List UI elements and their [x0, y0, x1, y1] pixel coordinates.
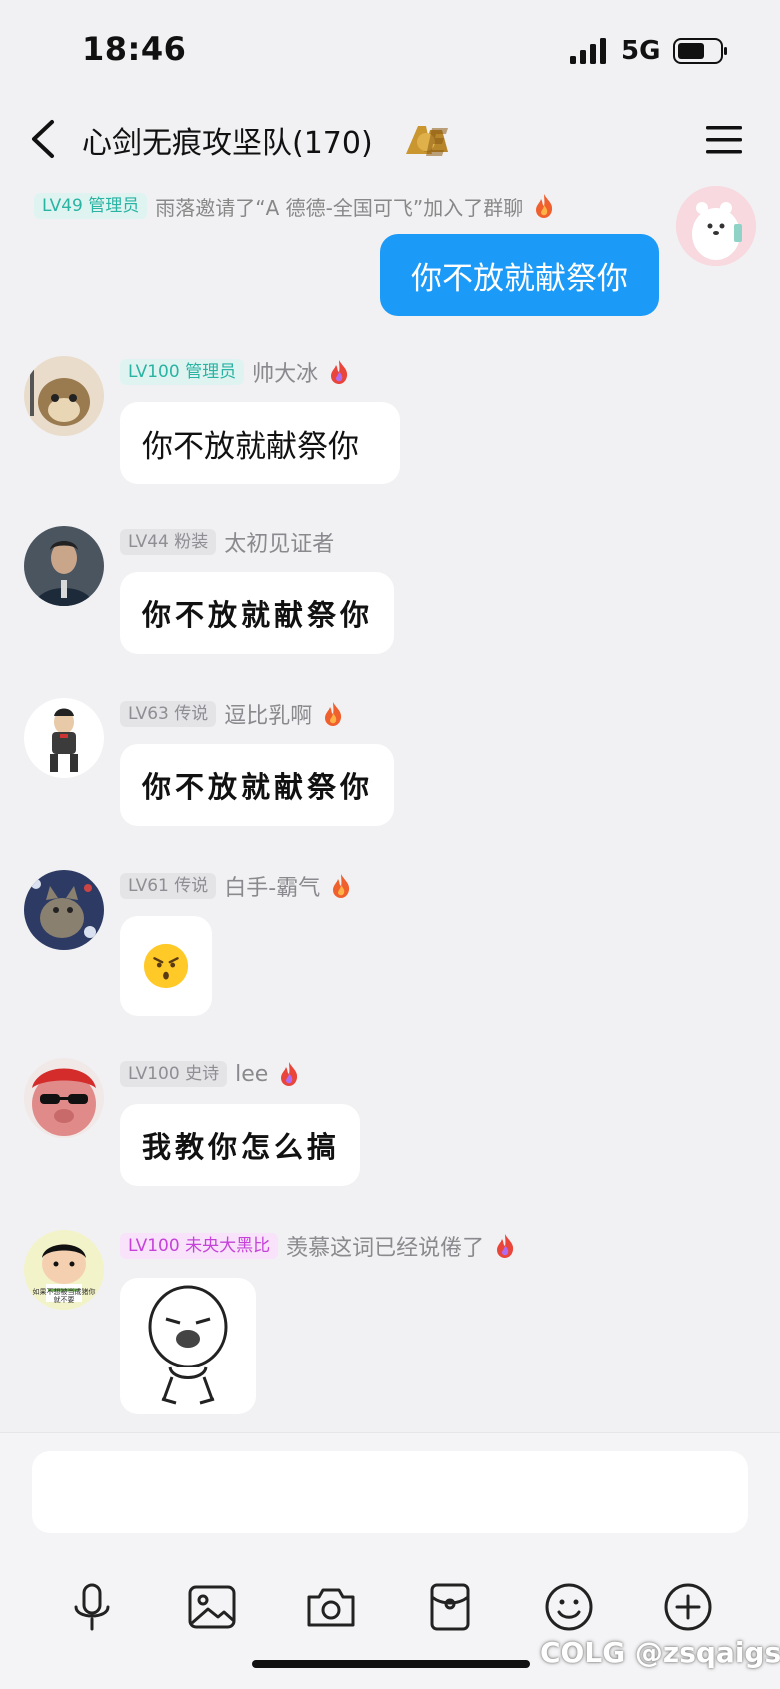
- ace-badge-icon: [406, 126, 448, 156]
- avatar[interactable]: 如果不想被当成猪你就不要: [24, 1230, 104, 1310]
- fire-icon: [497, 1234, 514, 1258]
- fire-icon: [536, 194, 553, 218]
- level-badge: LV63 传说: [120, 701, 217, 727]
- sender-name[interactable]: 帅大冰: [252, 356, 318, 388]
- message-meta: LV100 未央大黑比 羡慕这词已经说倦了: [120, 1230, 516, 1262]
- fire-icon: [333, 874, 350, 898]
- message-meta: LV44 粉装 太初见证者: [120, 526, 334, 558]
- avatar[interactable]: [24, 356, 104, 436]
- avatar[interactable]: [24, 870, 104, 950]
- system-notice: LV49 管理员 雨落邀请了“A 德德-全国可飞”加入了群聊: [34, 190, 555, 222]
- officer-avatar-image: [24, 526, 104, 606]
- avatar[interactable]: [24, 526, 104, 606]
- cartoon-man-avatar-image: [24, 698, 104, 778]
- status-bar: 18:46 5G: [0, 0, 780, 100]
- sender-name[interactable]: lee: [235, 1062, 268, 1087]
- emoji-message-bubble[interactable]: [120, 916, 212, 1016]
- message-meta: LV63 传说 逗比乳啊: [120, 698, 344, 730]
- red-packet-icon[interactable]: [422, 1579, 478, 1635]
- avatar-caption: 如果不想被当成猪你就不要: [32, 1288, 96, 1304]
- image-icon[interactable]: [184, 1579, 240, 1635]
- group-title[interactable]: 心剑无痕攻坚队(170): [82, 118, 373, 162]
- status-time: 18:46: [82, 30, 187, 68]
- avatar[interactable]: [24, 1058, 104, 1138]
- sender-name[interactable]: 逗比乳啊: [224, 698, 312, 730]
- microphone-icon[interactable]: [64, 1579, 120, 1635]
- level-badge: LV49 管理员: [34, 193, 148, 219]
- menu-icon[interactable]: [700, 118, 748, 162]
- message-bubble[interactable]: 你不放就献祭你: [120, 744, 394, 826]
- signal-icon: [570, 38, 606, 64]
- angry-face-emoji-icon: [143, 943, 189, 989]
- avatar[interactable]: [24, 698, 104, 778]
- cat-avatar-image: [24, 870, 104, 950]
- message-bubble[interactable]: 你不放就献祭你: [120, 572, 394, 654]
- nav-bar: 心剑无痕攻坚队(170): [0, 100, 780, 180]
- fire-icon: [281, 1062, 298, 1086]
- plus-icon[interactable]: [660, 1579, 716, 1635]
- watermark: COLG @zsqaigsq: [540, 1636, 780, 1669]
- sticker-message-bubble[interactable]: [120, 1278, 256, 1414]
- back-icon[interactable]: [24, 114, 64, 164]
- message-meta: LV100 史诗 lee: [120, 1058, 300, 1090]
- sender-name[interactable]: 白手-霸气: [224, 870, 320, 902]
- my-message-bubble[interactable]: 你不放就献祭你: [380, 234, 659, 316]
- title-badge: LV100 未央大黑比: [120, 1233, 279, 1259]
- level-badge: LV100 史诗: [120, 1061, 228, 1087]
- bear-avatar-image: [676, 186, 756, 266]
- pig-sunglasses-avatar-image: [24, 1058, 104, 1138]
- meme-face-sticker-image: [148, 1285, 228, 1405]
- level-badge: LV100 管理员: [120, 359, 245, 385]
- network-type: 5G: [621, 36, 661, 66]
- camera-icon[interactable]: [303, 1579, 359, 1635]
- message-meta: LV100 管理员 帅大冰: [120, 356, 350, 388]
- hamster-avatar-image: [24, 356, 104, 436]
- level-badge: LV44 粉装: [120, 529, 217, 555]
- home-indicator[interactable]: [252, 1660, 530, 1668]
- message-bubble[interactable]: 我教你怎么搞: [120, 1104, 360, 1186]
- my-avatar[interactable]: [676, 186, 756, 266]
- system-notice-text: 雨落邀请了“A 德德-全国可飞”加入了群聊: [155, 195, 524, 220]
- sender-name[interactable]: 羡慕这词已经说倦了: [286, 1230, 484, 1262]
- level-badge: LV61 传说: [120, 873, 217, 899]
- battery-icon: [673, 38, 727, 64]
- message-meta: LV61 传说 白手-霸气: [120, 870, 352, 902]
- fire-icon: [325, 702, 342, 726]
- fire-icon: [331, 360, 348, 384]
- message-input[interactable]: [32, 1451, 748, 1533]
- sender-name[interactable]: 太初见证者: [224, 526, 334, 558]
- emoji-icon[interactable]: [541, 1579, 597, 1635]
- message-bubble[interactable]: 你不放就献祭你: [120, 402, 400, 484]
